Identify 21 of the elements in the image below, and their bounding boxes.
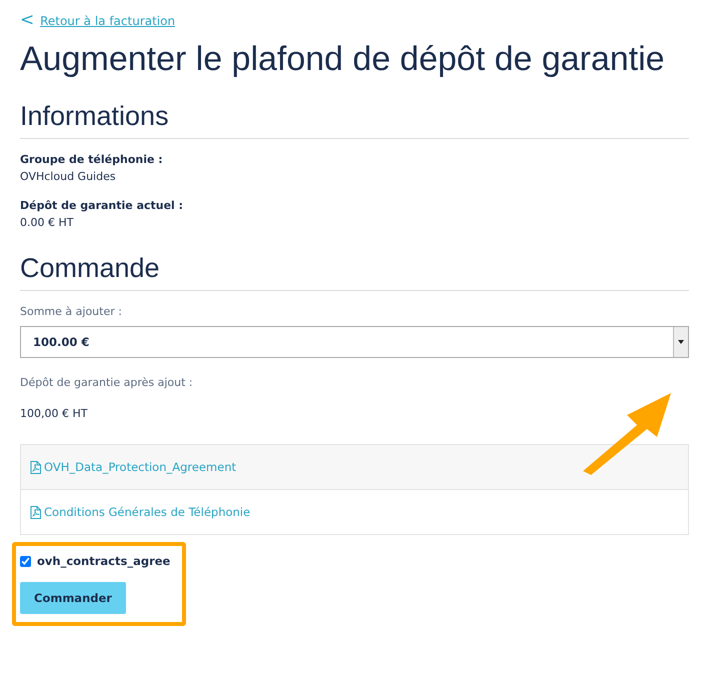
checkbox-label: ovh_contracts_agree	[37, 554, 170, 568]
dropdown-button[interactable]	[673, 327, 688, 357]
field-value: 100,00 € HT	[20, 407, 88, 420]
field-value: OVHcloud Guides	[20, 170, 117, 183]
field-value: 0.00 € HT	[20, 216, 74, 229]
section-heading: Commande	[20, 253, 689, 291]
field-label: Somme à ajouter :	[20, 305, 123, 318]
agree-checkbox[interactable]	[20, 556, 31, 566]
pdf-icon	[30, 460, 41, 474]
field-label: Groupe de téléphonie :	[20, 153, 164, 166]
order-button[interactable]: Commander	[20, 582, 126, 614]
page-title: Augmenter le plafond de dépôt de garantie	[20, 40, 666, 79]
field-label: Dépôt de garantie après ajout :	[20, 376, 194, 389]
field-label: Dépôt de garantie actuel :	[20, 199, 184, 212]
back-link[interactable]: < Retour à la facturation	[20, 10, 176, 30]
document-link[interactable]: OVH_Data_Protection_Agreement	[30, 460, 236, 474]
pdf-icon	[30, 506, 41, 518]
caret-icon	[678, 340, 684, 344]
amount-select[interactable]: 100.00 €	[20, 326, 689, 358]
section-heading: Informations	[20, 101, 689, 139]
document-link[interactable]: Conditions Générales de Téléphonie	[30, 505, 250, 519]
